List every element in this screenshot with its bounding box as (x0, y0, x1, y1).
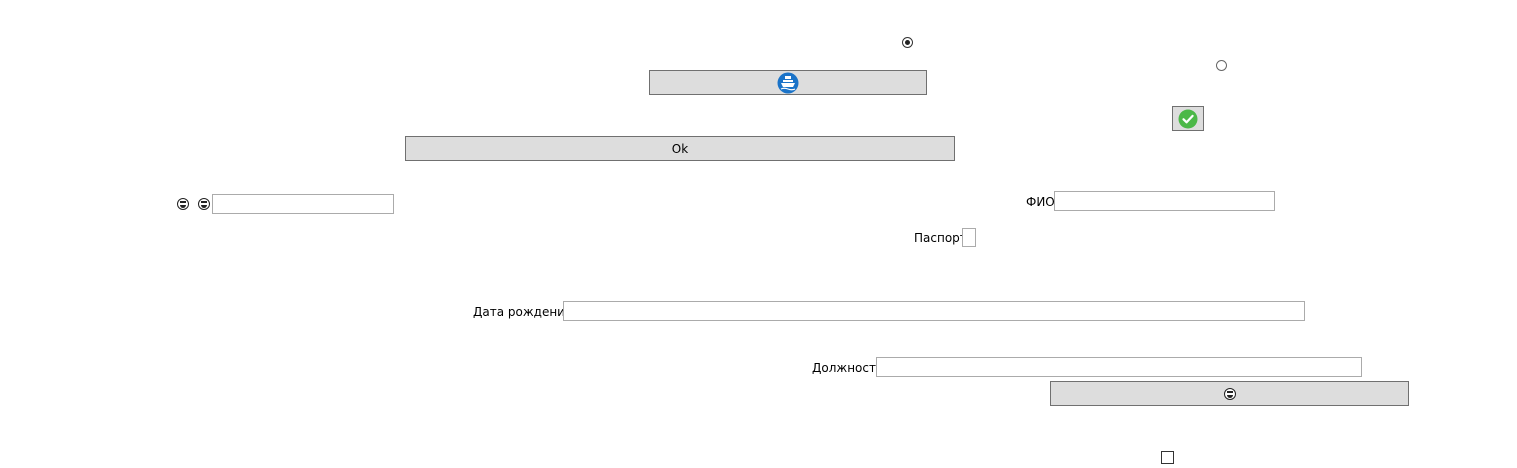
position-field[interactable] (876, 357, 1362, 377)
laughing-face-glyph (1223, 387, 1236, 400)
fio-label: ФИО (1026, 195, 1055, 209)
radio-option-2[interactable] (1216, 60, 1227, 71)
passport-field[interactable] (962, 228, 976, 247)
fio-field[interactable] (1054, 191, 1275, 211)
radio-option-1[interactable] (902, 37, 913, 48)
confirm-button[interactable] (1172, 106, 1204, 131)
green-check-icon (1178, 109, 1198, 128)
laugh-emoji-button[interactable] (1050, 381, 1409, 406)
passport-label: Паспорт (914, 231, 967, 245)
laughing-face-icon (1223, 387, 1236, 400)
ok-button-label: Ok (671, 141, 689, 156)
birth-date-label: Дата рождения (473, 305, 573, 319)
birth-date-field[interactable] (563, 301, 1305, 321)
laughing-face-icon (177, 198, 189, 210)
left-text-input[interactable] (212, 194, 394, 214)
checkbox[interactable] (1161, 451, 1174, 464)
ship-icon-button[interactable] (649, 70, 927, 95)
position-label: Должность (812, 361, 884, 375)
ship-icon (777, 72, 799, 93)
ok-button[interactable]: Ok (405, 136, 955, 161)
grinning-face-icon (198, 198, 210, 210)
